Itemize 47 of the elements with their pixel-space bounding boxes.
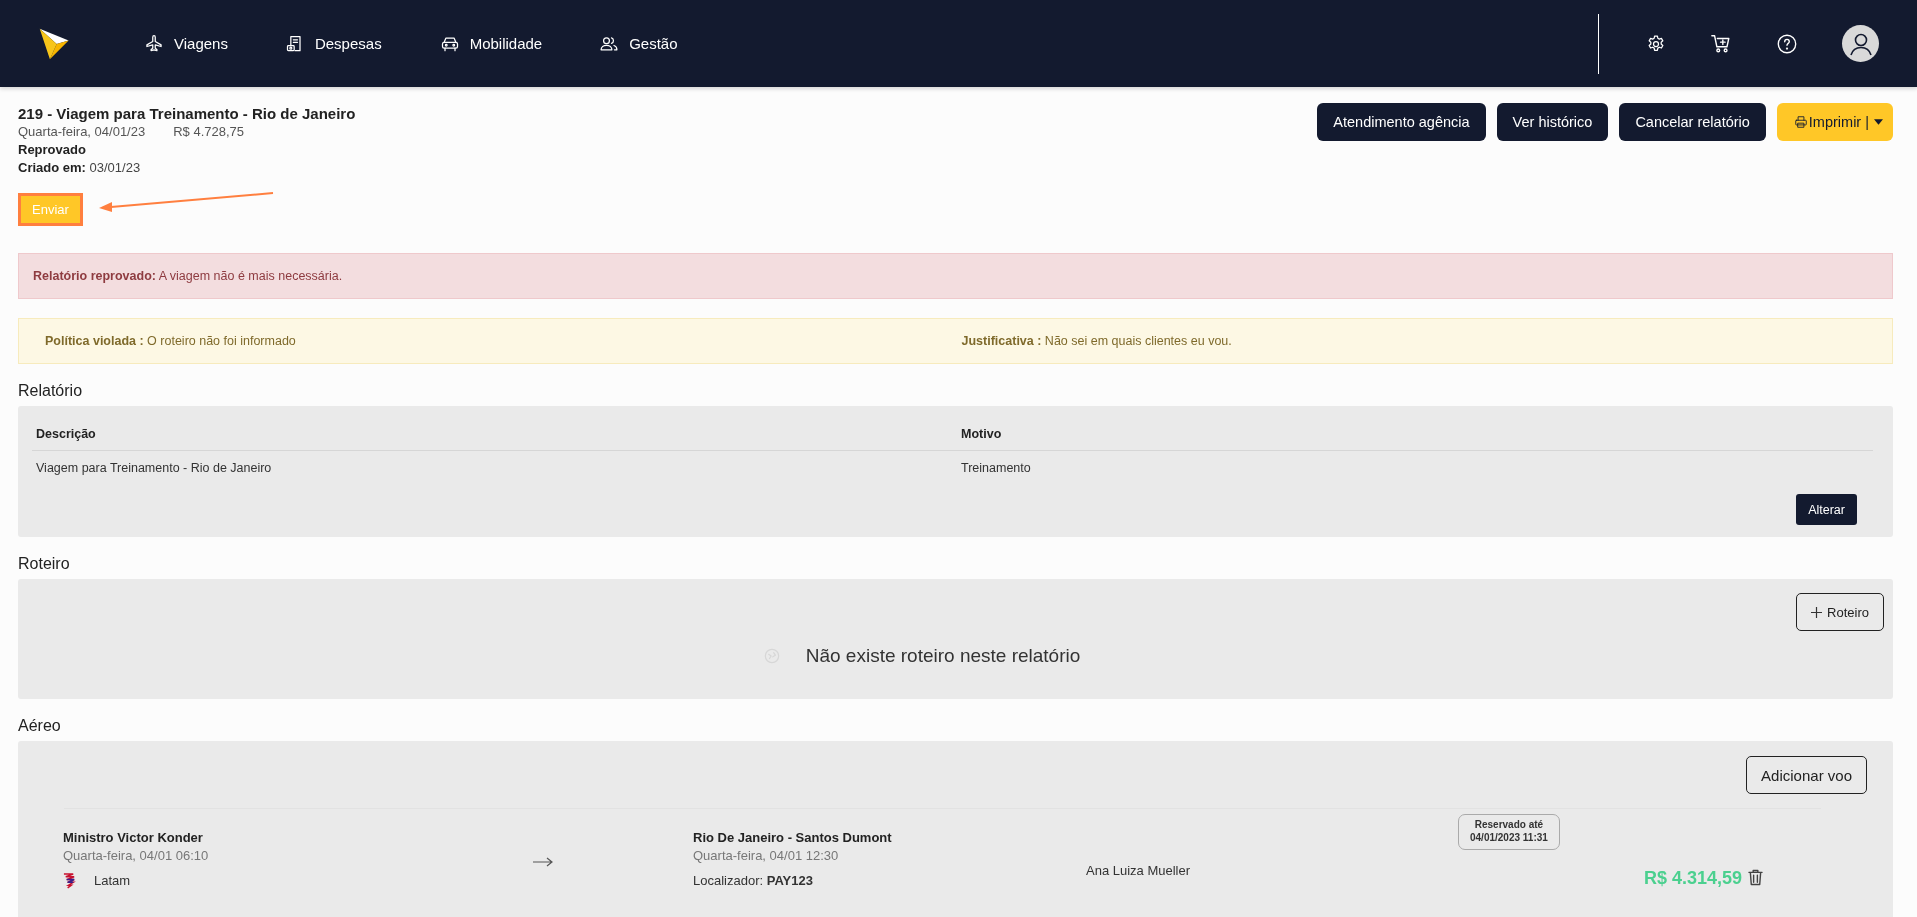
- report-date: Quarta-feira, 04/01/23: [18, 123, 146, 141]
- empty-message: Não existe roteiro neste relatório: [805, 645, 1081, 667]
- nav-link[interactable]: Despesas: [284, 33, 382, 54]
- airline-name: Latam: [94, 873, 131, 888]
- help-icon[interactable]: [1776, 32, 1798, 55]
- printer-icon: [1793, 115, 1808, 129]
- column-header: Motivo: [961, 427, 1003, 441]
- nav-link[interactable]: Gestão: [599, 33, 678, 54]
- right-arrow-icon: [533, 856, 553, 867]
- column-header: Descrição: [36, 427, 97, 441]
- avatar-icon[interactable]: [1842, 25, 1879, 62]
- table-cell-text: Treinamento: [961, 461, 1032, 475]
- report-amount: R$ 4.728,75: [173, 123, 245, 141]
- alert-message: Justificativa : Não sei em quais clientes eu vou.: [961, 334, 1233, 348]
- edit-button[interactable]: Alterar: [1796, 494, 1857, 525]
- section-heading: Aéreo: [18, 716, 62, 736]
- alert-message: Política violada : O roteiro não foi informado: [45, 334, 297, 348]
- nav-link[interactable]: Viagens: [144, 33, 228, 54]
- trash-icon[interactable]: [1748, 869, 1764, 886]
- add-flight-button[interactable]: Adicionar voo: [1746, 756, 1867, 794]
- origin-airport: Ministro Victor Konder: [63, 829, 204, 847]
- arrival-time: Quarta-feira, 04/01 12:30: [693, 847, 840, 865]
- plus-icon: [1811, 606, 1823, 618]
- booking-locator: Localizador: PAY123: [693, 873, 814, 888]
- report-title: 219 - Viagem para Treinamento - Rio de Janeiro: [18, 104, 356, 123]
- airline-logo-icon: [63, 872, 76, 889]
- action-button[interactable]: Ver histórico: [1496, 103, 1609, 141]
- passenger-name: Ana Luiza Mueller: [1086, 863, 1192, 878]
- created-date: Criado em: 03/01/23: [18, 159, 142, 177]
- section-heading: Roteiro: [18, 554, 71, 574]
- plane-icon: [144, 33, 164, 54]
- section-heading: Relatório: [18, 381, 84, 401]
- destination-airport: Rio De Janeiro - Santos Dumont: [693, 829, 893, 847]
- alert-message: Relatório reprovado: A viagem não é mais necessária.: [33, 269, 343, 283]
- action-button[interactable]: Cancelar relatório: [1619, 103, 1766, 141]
- report-status: Reprovado: [18, 141, 87, 159]
- nav-link[interactable]: Mobilidade: [439, 33, 543, 54]
- table-cell-text: Viagem para Treinamento - Rio de Janeiro: [36, 461, 273, 475]
- cart-add-icon[interactable]: [1710, 32, 1732, 55]
- reservation-badge: Reservado até 04/01/2023 11:31: [1458, 814, 1560, 850]
- action-button[interactable]: Atendimento agência: [1317, 103, 1486, 141]
- print-button[interactable]: Imprimir |: [1776, 103, 1893, 141]
- flight-price: R$ 4.314,59: [1644, 868, 1743, 889]
- settings-icon[interactable]: [1646, 33, 1666, 54]
- departure-time: Quarta-feira, 04/01 06:10: [63, 847, 210, 865]
- caret-icon: [1874, 119, 1883, 125]
- add-itinerary-button[interactable]: Roteiro: [1796, 593, 1884, 631]
